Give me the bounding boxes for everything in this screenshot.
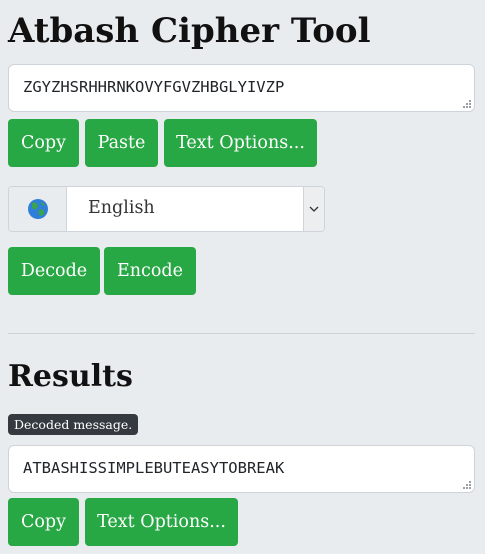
language-selected: English	[88, 198, 155, 218]
encode-button[interactable]: Encode	[104, 247, 196, 295]
language-select[interactable]: English	[8, 186, 325, 232]
cipher-input[interactable]: ZGYZHSRHHRNKOVYFGVZHBGLYIVZP	[8, 64, 475, 112]
resize-grip-icon[interactable]	[461, 98, 471, 108]
page: Atbash Cipher Tool ZGYZHSRHHRNKOVYFGVZHB…	[0, 0, 485, 554]
cipher-input-text: ZGYZHSRHHRNKOVYFGVZHBGLYIVZP	[23, 78, 285, 96]
results-text-options-button[interactable]: Text Options...	[85, 498, 238, 546]
resize-grip-icon[interactable]	[461, 479, 471, 489]
paste-button[interactable]: Paste	[85, 119, 158, 167]
language-addon	[9, 187, 67, 231]
status-badge: Decoded message.	[8, 414, 139, 435]
text-options-button[interactable]: Text Options...	[164, 119, 317, 167]
results-heading: Results	[8, 359, 133, 394]
result-output[interactable]: ATBASHISSIMPLEBUTEASYTOBREAK	[8, 445, 475, 493]
copy-button[interactable]: Copy	[8, 119, 79, 167]
page-title: Atbash Cipher Tool	[8, 11, 371, 51]
globe-icon	[27, 199, 48, 219]
section-divider	[8, 333, 475, 334]
results-copy-button[interactable]: Copy	[8, 498, 79, 546]
decode-button[interactable]: Decode	[8, 247, 100, 295]
result-output-text: ATBASHISSIMPLEBUTEASYTOBREAK	[23, 459, 285, 477]
chevron-down-icon[interactable]	[303, 187, 324, 231]
